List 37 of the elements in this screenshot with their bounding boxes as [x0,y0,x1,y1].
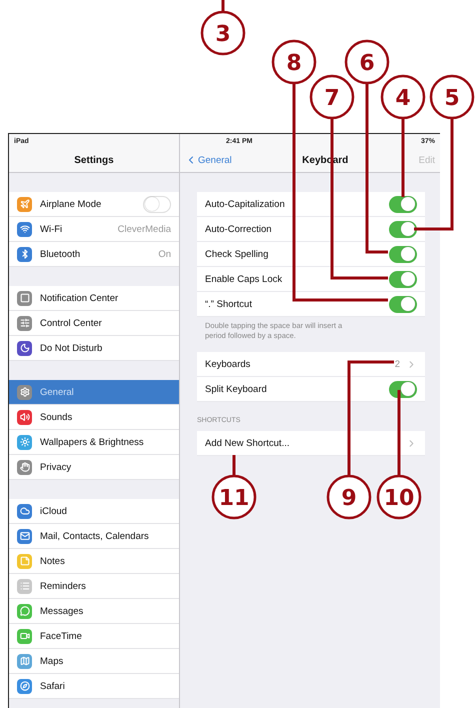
item-label: General [40,386,75,398]
row-value: 2 [394,358,400,370]
item-label: Notes [40,556,66,566]
item-label: FaceTime [40,630,83,642]
item-label: Privacy [40,462,72,472]
item-label: Messages [40,606,84,616]
sidebar-title: Settings [73,154,115,166]
row-label: Keyboards [205,358,252,370]
item-label: Do Not Disturb [40,342,104,354]
item-label: Mail, Contacts, Calendars [40,530,150,542]
row-label: Auto-Capitalization [205,198,286,210]
toggle-switch[interactable] [389,270,417,288]
item-label: iCloud [40,506,68,516]
toggle-switch[interactable] [389,196,417,212]
row-label: Auto-Correction [205,224,273,234]
row-label: “.” Shortcut [205,298,253,310]
item-label: Maps [40,656,64,666]
row-label: Enable Caps Lock [205,274,284,284]
item-label: Safari [40,680,66,692]
row-label: Split Keyboard [205,384,268,394]
item-label: Sounds [40,412,74,422]
item-label: Wi-Fi [40,224,64,234]
item-value: CleverMedia [118,224,171,234]
toggle-switch[interactable] [389,220,417,238]
row-label: Check Spelling [205,248,270,260]
toggle-switch[interactable] [389,246,417,262]
toggle-switch[interactable] [389,296,417,312]
item-label: Notification Center [40,292,120,304]
row-label: Add New Shortcut... [205,438,290,448]
toggle-switch[interactable] [389,380,417,398]
item-label: Control Center [40,318,103,328]
item-label: Wallpapers & Brightness [40,436,145,448]
item-value: On [158,248,171,260]
item-label: Bluetooth [40,248,82,260]
back-link[interactable]: General [185,154,232,166]
item-label: Airplane Mode [40,198,102,210]
item-label: Reminders [40,580,87,592]
